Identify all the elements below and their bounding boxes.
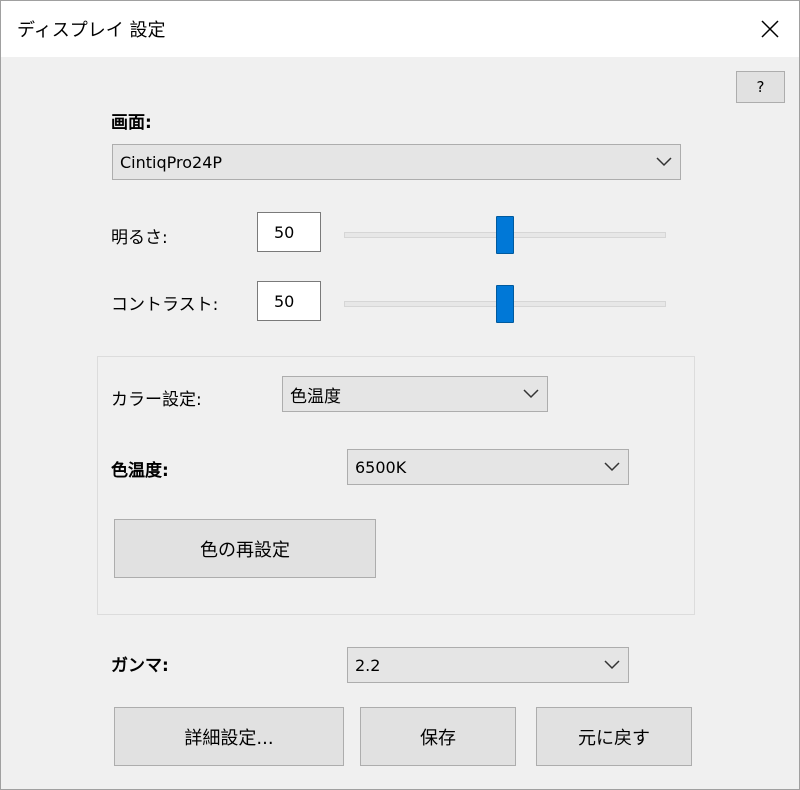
display-settings-window: ディスプレイ 設定 ? 画面: CintiqPro24P 明るさ: 50 コント…: [0, 0, 800, 790]
gamma-dropdown-value: 2.2: [355, 655, 381, 675]
screen-dropdown[interactable]: CintiqPro24P: [112, 144, 681, 180]
color-settings-dropdown-value: 色温度: [290, 386, 341, 407]
close-button[interactable]: [741, 1, 799, 57]
close-icon: [761, 20, 779, 38]
revert-button[interactable]: 元に戻す: [536, 707, 692, 766]
advanced-settings-button[interactable]: 詳細設定...: [114, 707, 344, 766]
title-bar: ディスプレイ 設定: [1, 1, 799, 57]
contrast-slider-thumb[interactable]: [496, 285, 514, 323]
chevron-down-icon: [604, 660, 620, 670]
chevron-down-icon: [656, 157, 672, 167]
color-settings-label: カラー設定:: [111, 390, 202, 410]
color-settings-dropdown[interactable]: 色温度: [282, 376, 548, 412]
brightness-slider-thumb[interactable]: [496, 216, 514, 254]
screen-dropdown-value: CintiqPro24P: [120, 152, 223, 172]
chevron-down-icon: [604, 462, 620, 472]
save-button[interactable]: 保存: [360, 707, 516, 766]
screen-label: 画面:: [111, 113, 152, 133]
help-button[interactable]: ?: [736, 71, 785, 103]
color-temperature-dropdown-value: 6500K: [355, 457, 407, 477]
brightness-label: 明るさ:: [111, 228, 168, 248]
gamma-dropdown[interactable]: 2.2: [347, 647, 629, 683]
gamma-label: ガンマ:: [111, 656, 169, 676]
color-temperature-dropdown[interactable]: 6500K: [347, 449, 629, 485]
reset-color-button[interactable]: 色の再設定: [114, 519, 376, 578]
contrast-value-input[interactable]: 50: [257, 281, 321, 321]
chevron-down-icon: [523, 389, 539, 399]
brightness-value-input[interactable]: 50: [257, 212, 321, 252]
contrast-label: コントラスト:: [111, 295, 219, 315]
brightness-slider[interactable]: [344, 216, 666, 254]
contrast-slider[interactable]: [344, 285, 666, 323]
window-title: ディスプレイ 設定: [17, 20, 166, 41]
color-temperature-label: 色温度:: [111, 461, 169, 481]
